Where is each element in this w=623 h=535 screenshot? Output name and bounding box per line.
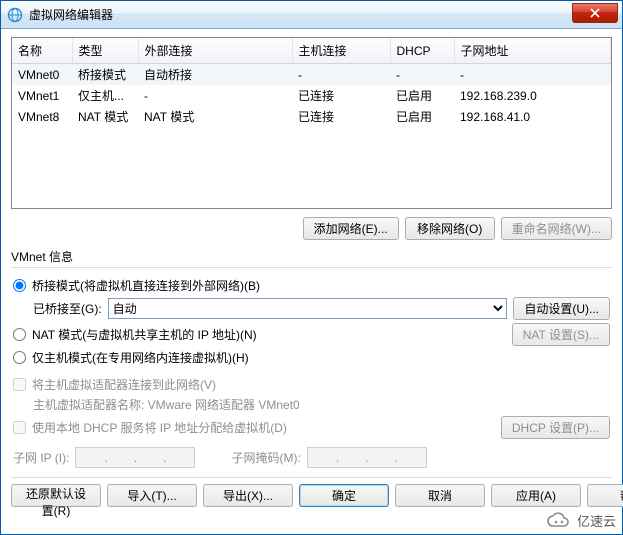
cell-name: VMnet8 — [12, 106, 72, 127]
nat-radio-label[interactable]: NAT 模式(与虚拟机共享主机的 IP 地址)(N) — [13, 326, 257, 343]
col-dhcp[interactable]: DHCP — [390, 38, 454, 64]
network-table[interactable]: 名称 类型 外部连接 主机连接 DHCP 子网地址 VMnet0桥接模式自动桥接… — [11, 37, 612, 209]
cancel-button[interactable]: 取消 — [395, 484, 485, 507]
vnet-editor-window: 虚拟网络编辑器 名称 类型 外部连接 主机连接 DHCP 子网地址 — [0, 0, 623, 535]
connect-host-row: 将主机虚拟适配器连接到此网络(V) — [13, 376, 610, 393]
cell-ext: - — [138, 85, 292, 106]
ip-oct-4[interactable] — [166, 450, 192, 466]
table-row[interactable]: VMnet1仅主机...-已连接已启用192.168.239.0 — [12, 85, 611, 106]
hostonly-radio-label[interactable]: 仅主机模式(在专用网络内连接虚拟机)(H) — [13, 349, 249, 366]
nat-radio[interactable] — [13, 328, 26, 341]
cell-name: VMnet0 — [12, 64, 72, 86]
col-type[interactable]: 类型 — [72, 38, 138, 64]
col-external[interactable]: 外部连接 — [138, 38, 292, 64]
cell-dhcp: 已启用 — [390, 106, 454, 127]
hostonly-radio-text: 仅主机模式(在专用网络内连接虚拟机)(H) — [32, 349, 249, 366]
nat-settings-button[interactable]: NAT 设置(S)... — [512, 323, 610, 346]
dhcp-text: 使用本地 DHCP 服务将 IP 地址分配给虚拟机(D) — [32, 419, 287, 436]
adapter-name-text: 主机虚拟适配器名称: VMware 网络适配器 VMnet0 — [33, 396, 300, 413]
cell-host: 已连接 — [292, 85, 390, 106]
vmnet-info-group: 桥接模式(将虚拟机直接连接到外部网络)(B) 已桥接至(G): 自动 自动设置(… — [11, 267, 612, 471]
bridge-to-label: 已桥接至(G): — [33, 300, 102, 317]
bridge-to-select[interactable]: 自动 — [108, 298, 508, 319]
ok-button[interactable]: 确定 — [299, 484, 389, 507]
cell-dhcp: - — [390, 64, 454, 86]
table-button-row: 添加网络(E)... 移除网络(O) 重命名网络(W)... — [11, 217, 612, 240]
cell-type: 仅主机... — [72, 85, 138, 106]
cell-ext: 自动桥接 — [138, 64, 292, 86]
dialog-footer: 还原默认设置(R) 导入(T)... 导出(X)... 确定 取消 应用(A) … — [11, 484, 612, 507]
apply-button[interactable]: 应用(A) — [491, 484, 581, 507]
col-name[interactable]: 名称 — [12, 38, 72, 64]
nat-radio-text: NAT 模式(与虚拟机共享主机的 IP 地址)(N) — [32, 326, 257, 343]
connect-host-text: 将主机虚拟适配器连接到此网络(V) — [32, 376, 216, 393]
adapter-name-row: 主机虚拟适配器名称: VMware 网络适配器 VMnet0 — [13, 396, 610, 413]
bridge-radio-label[interactable]: 桥接模式(将虚拟机直接连接到外部网络)(B) — [13, 277, 260, 294]
window-body: 名称 类型 外部连接 主机连接 DHCP 子网地址 VMnet0桥接模式自动桥接… — [1, 29, 622, 534]
remove-network-button[interactable]: 移除网络(O) — [405, 217, 495, 240]
app-icon — [7, 7, 23, 23]
vmnet-info-title: VMnet 信息 — [11, 248, 612, 265]
col-subnet[interactable]: 子网地址 — [454, 38, 611, 64]
cell-subnet: 192.168.239.0 — [454, 85, 611, 106]
cell-subnet: 192.168.41.0 — [454, 106, 611, 127]
table-row[interactable]: VMnet0桥接模式自动桥接--- — [12, 64, 611, 86]
subnet-row: 子网 IP (I): . . . 子网掩码(M): . . . — [13, 447, 610, 468]
import-button[interactable]: 导入(T)... — [107, 484, 197, 507]
nat-row: NAT 模式(与虚拟机共享主机的 IP 地址)(N) NAT 设置(S)... — [13, 323, 610, 346]
subnet-mask-input[interactable]: . . . — [307, 447, 427, 468]
add-network-button[interactable]: 添加网络(E)... — [303, 217, 399, 240]
window-title: 虚拟网络编辑器 — [29, 6, 572, 23]
help-button[interactable]: 帮助 — [587, 484, 623, 507]
ip-oct-2[interactable] — [108, 450, 134, 466]
close-button[interactable] — [572, 3, 618, 23]
subnet-mask-label: 子网掩码(M): — [231, 449, 300, 466]
cell-dhcp: 已启用 — [390, 85, 454, 106]
export-button[interactable]: 导出(X)... — [203, 484, 293, 507]
subnet-ip-input[interactable]: . . . — [75, 447, 195, 468]
mask-oct-2[interactable] — [339, 450, 365, 466]
hostonly-row: 仅主机模式(在专用网络内连接虚拟机)(H) — [13, 349, 610, 366]
cell-type: NAT 模式 — [72, 106, 138, 127]
auto-settings-button[interactable]: 自动设置(U)... — [513, 297, 610, 320]
ip-oct-1[interactable] — [78, 450, 104, 466]
connect-host-checkbox[interactable] — [13, 378, 26, 391]
mask-oct-1[interactable] — [310, 450, 336, 466]
rename-network-button[interactable]: 重命名网络(W)... — [501, 217, 612, 240]
cell-name: VMnet1 — [12, 85, 72, 106]
cell-subnet: - — [454, 64, 611, 86]
bridge-row: 桥接模式(将虚拟机直接连接到外部网络)(B) — [13, 277, 610, 294]
bridge-radio-text: 桥接模式(将虚拟机直接连接到外部网络)(B) — [32, 277, 260, 294]
mask-oct-4[interactable] — [398, 450, 424, 466]
cell-host: - — [292, 64, 390, 86]
cell-type: 桥接模式 — [72, 64, 138, 86]
bridge-to-row: 已桥接至(G): 自动 自动设置(U)... — [13, 297, 610, 320]
dhcp-label[interactable]: 使用本地 DHCP 服务将 IP 地址分配给虚拟机(D) — [13, 419, 287, 436]
subnet-ip-label: 子网 IP (I): — [13, 449, 69, 466]
mask-oct-3[interactable] — [369, 450, 395, 466]
dhcp-row: 使用本地 DHCP 服务将 IP 地址分配给虚拟机(D) DHCP 设置(P).… — [13, 416, 610, 439]
table-row[interactable]: VMnet8NAT 模式NAT 模式已连接已启用192.168.41.0 — [12, 106, 611, 127]
titlebar[interactable]: 虚拟网络编辑器 — [1, 1, 622, 29]
bridge-radio[interactable] — [13, 279, 26, 292]
dhcp-checkbox[interactable] — [13, 421, 26, 434]
hostonly-radio[interactable] — [13, 351, 26, 364]
cell-ext: NAT 模式 — [138, 106, 292, 127]
dhcp-settings-button[interactable]: DHCP 设置(P)... — [501, 416, 610, 439]
table-header-row: 名称 类型 外部连接 主机连接 DHCP 子网地址 — [12, 38, 611, 64]
connect-host-label[interactable]: 将主机虚拟适配器连接到此网络(V) — [13, 376, 216, 393]
ip-oct-3[interactable] — [137, 450, 163, 466]
cell-host: 已连接 — [292, 106, 390, 127]
col-host[interactable]: 主机连接 — [292, 38, 390, 64]
restore-defaults-button[interactable]: 还原默认设置(R) — [11, 484, 101, 507]
